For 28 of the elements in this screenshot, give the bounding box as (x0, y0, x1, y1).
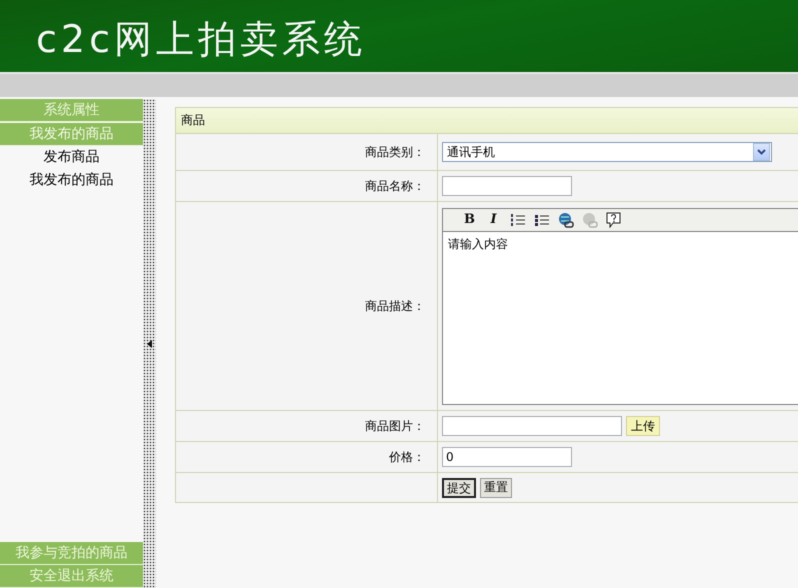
help-icon (606, 212, 621, 228)
input-field[interactable] (442, 176, 572, 196)
field-label: 商品图片： (176, 411, 438, 441)
field-label: 价格： (176, 442, 438, 472)
panel-title: 商品 (176, 108, 798, 134)
bullet-list-icon (534, 212, 550, 226)
input-field[interactable]: 0 (442, 447, 572, 467)
field-label: 商品类别： (176, 134, 438, 170)
submit-button[interactable]: 提交 (442, 478, 476, 498)
editor-text: 请输入内容 (447, 236, 509, 252)
field-label: 商品名称： (176, 171, 438, 201)
upload-button[interactable]: 上传 (626, 416, 660, 436)
chevron-down-icon (757, 149, 766, 155)
category-select[interactable]: 通讯手机 (442, 142, 772, 162)
bold-button[interactable]: B (459, 210, 480, 228)
file-path-field[interactable] (442, 416, 622, 436)
globe-chain-icon (558, 212, 574, 228)
globe-chain-icon (582, 212, 598, 228)
site-title: c2c网上拍卖系统 (36, 20, 366, 58)
italic-button[interactable]: I (483, 210, 504, 228)
reset-button[interactable]: 重置 (480, 478, 512, 498)
sidebar-item[interactable]: 发布商品 (0, 146, 143, 169)
collapse-arrow-icon[interactable] (147, 340, 152, 348)
rich-text-editor[interactable]: B I 请输入内容 (442, 208, 798, 404)
sidebar-item[interactable]: 我发布的商品 (0, 169, 143, 192)
splitter[interactable] (143, 99, 156, 588)
field-label: 商品描述： (176, 202, 438, 410)
numbered-list-icon (510, 212, 526, 226)
